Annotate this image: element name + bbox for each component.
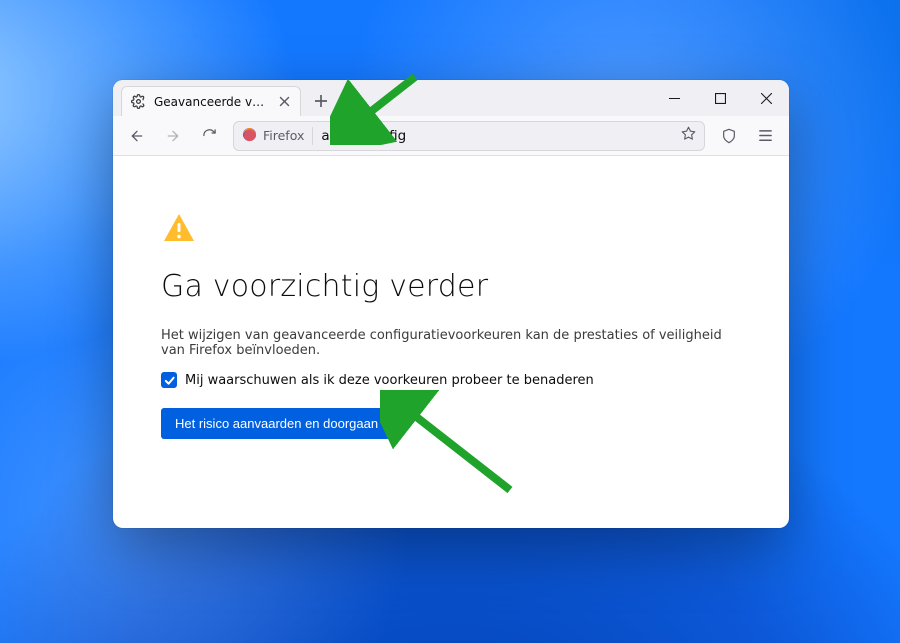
close-window-button[interactable] (743, 80, 789, 116)
minimize-button[interactable] (651, 80, 697, 116)
app-menu-button[interactable] (749, 120, 781, 152)
back-button[interactable] (121, 120, 153, 152)
page-content: Ga voorzichtig verder Het wijzigen van g… (113, 156, 789, 528)
shield-icon[interactable] (713, 120, 745, 152)
reload-button[interactable] (193, 120, 225, 152)
tab-title: Geavanceerde voorkeuren (154, 95, 268, 109)
maximize-button[interactable] (697, 80, 743, 116)
tab-bar: Geavanceerde voorkeuren (113, 80, 789, 116)
toolbar: Firefox (113, 116, 789, 156)
warn-checkbox-row[interactable]: Mij waarschuwen als ik deze voorkeuren p… (161, 372, 741, 388)
accept-risk-button[interactable]: Het risico aanvaarden en doorgaan (161, 408, 392, 439)
bookmark-star-icon[interactable] (681, 126, 696, 145)
warning-icon (161, 211, 741, 251)
tab-active[interactable]: Geavanceerde voorkeuren (121, 86, 301, 116)
firefox-icon (242, 127, 257, 145)
window-controls (651, 80, 789, 116)
firefox-window: Geavanceerde voorkeuren (113, 80, 789, 528)
forward-button[interactable] (157, 120, 189, 152)
settings-gear-icon (130, 94, 146, 110)
tab-close-icon[interactable] (276, 94, 292, 110)
warning-description: Het wijzigen van geavanceerde configurat… (161, 328, 741, 358)
checkbox-icon[interactable] (161, 372, 177, 388)
identity-box[interactable]: Firefox (242, 127, 313, 145)
address-bar[interactable]: Firefox (233, 121, 705, 151)
new-tab-button[interactable] (307, 87, 335, 115)
identity-label: Firefox (263, 128, 304, 143)
page-heading: Ga voorzichtig verder (161, 269, 741, 304)
checkbox-label: Mij waarschuwen als ik deze voorkeuren p… (185, 373, 594, 388)
url-input[interactable] (321, 128, 673, 144)
